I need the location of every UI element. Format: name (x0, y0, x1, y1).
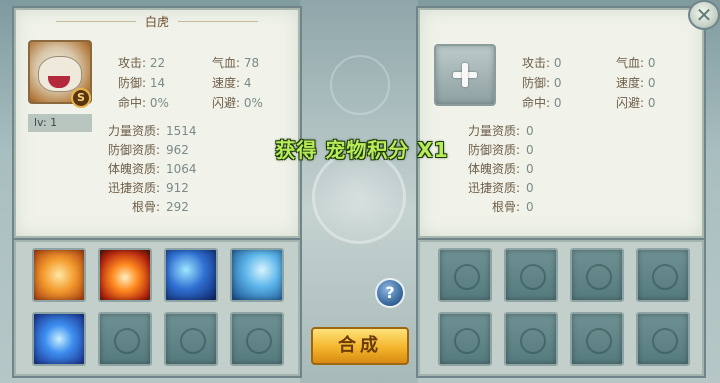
empty-skill-slot[interactable] (504, 312, 558, 366)
stat-hp: 气血: 0 (616, 56, 656, 70)
fire-beast-icon[interactable] (32, 248, 86, 302)
aptitude-agility: 迅捷资质: 912 (107, 181, 189, 195)
empty-skill-slot[interactable] (164, 312, 218, 366)
stat-speed: 速度: 4 (212, 76, 252, 90)
compose-button[interactable]: 合成 (311, 327, 409, 365)
rank-badge: S (71, 88, 91, 108)
stat-attack: 攻击: 22 (118, 56, 166, 70)
stat-speed: 速度: 0 (616, 76, 656, 90)
left-skill-grid (14, 240, 300, 376)
help-button[interactable]: ? (375, 278, 405, 308)
left-pet-panel: 白虎 S lv: 1 攻击: 22 气血: 78 防御: 14 速度: 4 命中… (14, 8, 300, 238)
plus-icon-vertical (462, 63, 468, 87)
empty-skill-slot[interactable] (230, 312, 284, 366)
aptitude-root-bone: 根骨: 292 (131, 200, 189, 214)
stat-hp: 气血: 78 (212, 56, 260, 70)
phoenix-icon[interactable] (98, 248, 152, 302)
empty-skill-slot[interactable] (438, 248, 492, 302)
empty-skill-slot[interactable] (636, 312, 690, 366)
right-pet-panel: 攻击: 0 气血: 0 防御: 0 速度: 0 命中: 0 闪避: 0 力量资质… (418, 8, 704, 238)
stat-dodge: 闪避: 0 (616, 96, 656, 110)
stat-dodge: 闪避: 0% (212, 96, 263, 110)
empty-skill-slot[interactable] (438, 312, 492, 366)
aptitude-strength: 力量资质: 1514 (107, 124, 197, 138)
empty-skill-slot[interactable] (570, 248, 624, 302)
title-divider-right (178, 21, 258, 22)
empty-skill-slot[interactable] (504, 248, 558, 302)
stat-accuracy: 命中: 0% (118, 96, 169, 110)
stat-defense: 防御: 0 (522, 76, 562, 90)
stat-accuracy: 命中: 0 (522, 96, 562, 110)
dragon-emblem (312, 150, 406, 244)
empty-skill-slot[interactable] (570, 312, 624, 366)
empty-skill-slot[interactable] (636, 248, 690, 302)
pet-level: lv: 1 (28, 114, 92, 132)
right-skill-grid (418, 240, 704, 376)
center-background (300, 0, 418, 383)
add-pet-slot[interactable] (434, 44, 496, 106)
aptitude-defense: 防御资质: 962 (107, 143, 189, 157)
aptitude-agility: 迅捷资质: 0 (467, 181, 534, 195)
aptitude-constitution: 体魄资质: 1064 (107, 162, 197, 176)
stat-defense: 防御: 14 (118, 76, 166, 90)
aptitude-root-bone: 根骨: 0 (491, 200, 534, 214)
close-button[interactable]: ✕ (688, 0, 720, 30)
moon-strike-icon[interactable] (164, 248, 218, 302)
lightning-icon[interactable] (230, 248, 284, 302)
dragon-emblem-top (330, 55, 390, 115)
empty-skill-slot[interactable] (98, 312, 152, 366)
spirit-orb-icon[interactable] (32, 312, 86, 366)
reward-banner: 获得 宠物积分 X1 (275, 138, 449, 162)
stat-attack: 攻击: 0 (522, 56, 562, 70)
